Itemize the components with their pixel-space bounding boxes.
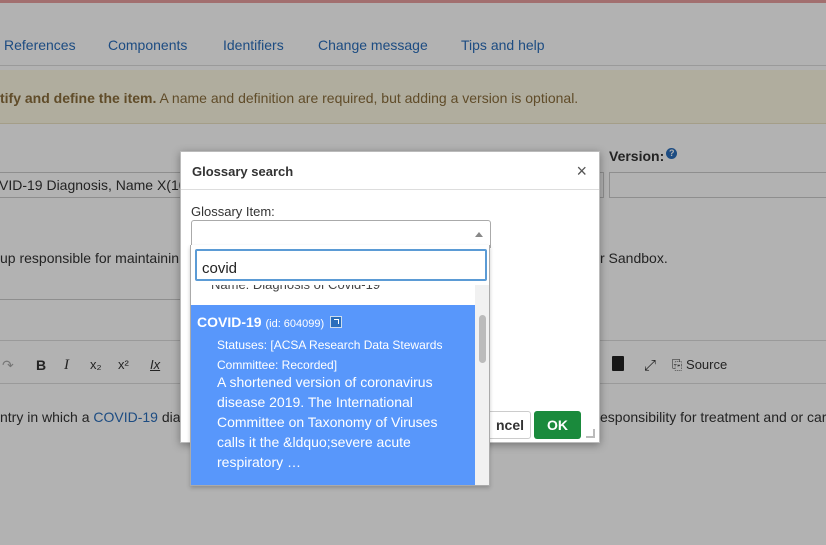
option-id: (id: 604099) [265,318,325,330]
option-status: Statuses: [ACSA Research Data Stewards C… [217,338,443,372]
option-name: COVID-19 [197,314,262,330]
glossary-dropdown: Name: Diagnosis of Covid-19 COVID-19 (id… [190,245,490,486]
resize-handle-icon[interactable] [586,429,595,438]
close-icon[interactable]: × [576,161,587,182]
glossary-item-label: Glossary Item: [191,204,275,219]
dropdown-search-input[interactable] [195,249,487,281]
option-description: A shortened version of coronavirus disea… [217,374,438,470]
external-link-icon[interactable] [330,316,343,328]
results-list: Name: Diagnosis of Covid-19 COVID-19 (id… [191,285,475,485]
list-item[interactable]: Name: Diagnosis of Covid-19 [191,285,475,297]
scrollbar-thumb[interactable] [479,315,486,363]
list-item-highlighted[interactable]: COVID-19 (id: 604099) Statuses: [ACSA Re… [191,305,475,485]
ok-button[interactable]: OK [534,411,581,439]
dialog-header: Glossary search × [181,152,599,190]
caret-up-icon [475,232,483,237]
dialog-title: Glossary search [192,164,294,179]
glossary-item-select[interactable] [191,220,491,248]
dropdown-scrollbar[interactable] [475,285,489,485]
